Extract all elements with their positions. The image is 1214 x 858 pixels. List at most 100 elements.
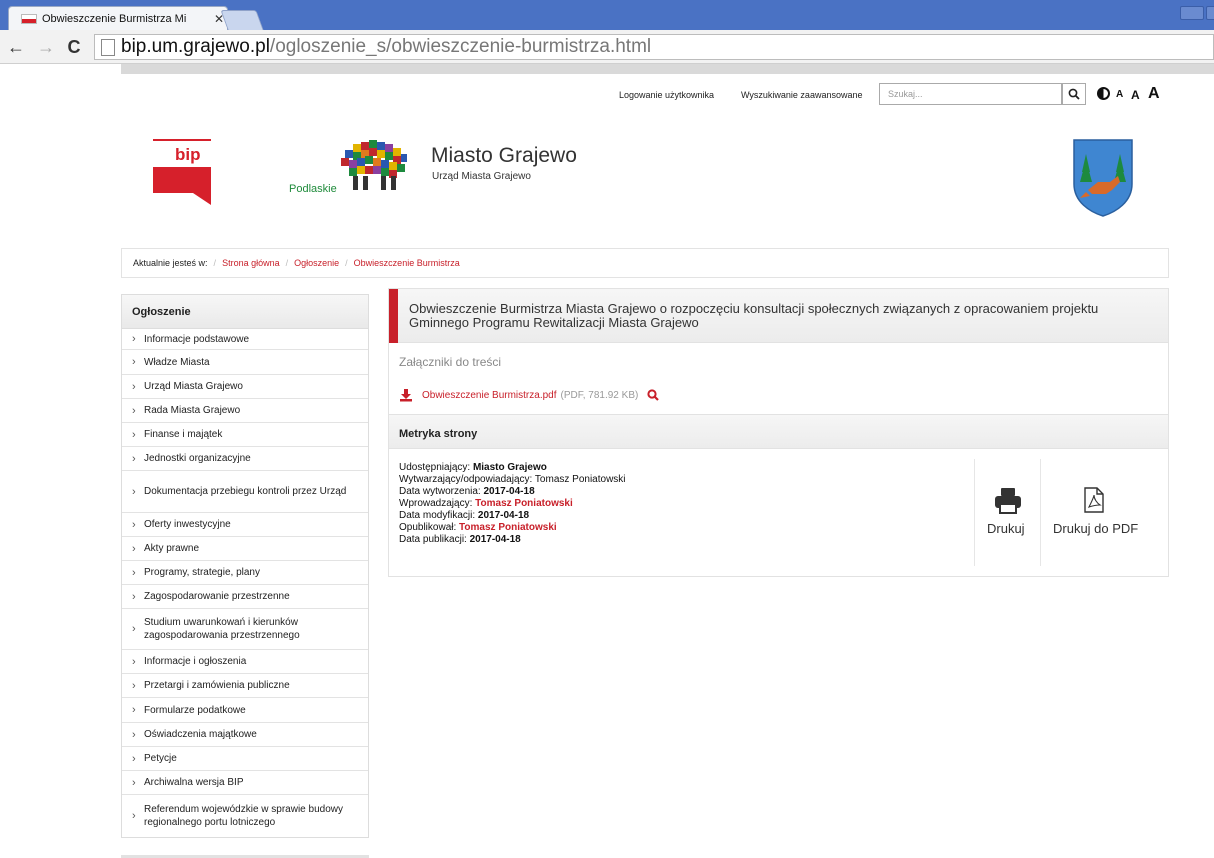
sidebar-item-akty-prawne[interactable]: › Akty prawne [122,537,368,561]
sidebar-item-studium[interactable]: › Studium uwarunkowań i kierunków zagospo… [122,609,368,650]
chevron-right-icon: › [132,333,136,345]
chevron-right-icon: › [132,728,136,741]
chevron-right-icon: › [132,428,136,441]
metrics-row-producer: Wytwarzający/odpowiadający: Tomasz Ponia… [399,474,626,485]
sidebar-item-urzad-miasta[interactable]: › Urząd Miasta Grajewo [122,375,368,399]
sidebar-item-oferty-inwestycyjne[interactable]: › Oferty inwestycyjne [122,513,368,537]
grajewo-coat-of-arms [1073,139,1133,217]
chevron-right-icon: › [132,485,136,498]
font-size-medium-button[interactable]: A [1131,88,1140,102]
breadcrumb-prefix: Aktualnie jesteś w: [133,258,208,268]
article-header: Obwieszczenie Burmistrza Miasta Grajewo … [389,289,1168,343]
chevron-right-icon: › [132,623,136,635]
breadcrumb-separator: / [285,258,289,268]
breadcrumb: Aktualnie jesteś w: / Strona główna / Og… [121,248,1169,278]
sidebar-item-informacje-ogloszenia[interactable]: › Informacje i ogłoszenia [122,650,368,674]
chevron-right-icon: › [132,704,136,716]
sidebar-item-oswiadczenia[interactable]: › Oświadczenia majątkowe [122,723,368,747]
chevron-right-icon: › [132,518,136,531]
sidebar-item-formularze[interactable]: › Formularze podatkowe [122,698,368,723]
sidebar-item-petycje[interactable]: › Petycje [122,747,368,771]
contrast-toggle-icon[interactable] [1097,87,1110,100]
chevron-right-icon: › [132,542,136,555]
metrics-row-created: Data wytworzenia: 2017-04-18 [399,486,535,497]
chevron-right-icon: › [132,590,136,603]
url-host: bip.um.grajewo.pl [121,36,270,57]
bip-logo[interactable]: bip [153,139,211,205]
sidebar-item-programy[interactable]: › Programy, strategie, plany [122,561,368,585]
breadcrumb-current[interactable]: Obwieszczenie Burmistrza [354,258,460,268]
sidebar-item-przetargi[interactable]: › Przetargi i zamówienia publiczne [122,674,368,698]
breadcrumb-separator: / [213,258,217,268]
tab-title: Obwieszczenie Burmistrza Mi [42,12,187,25]
sidebar-menu: Ogłoszenie › Informacje podstawowe › Władz… [121,294,369,838]
chevron-right-icon: › [132,380,136,393]
print-pdf-button[interactable]: Drukuj do PDF [1040,459,1168,566]
article-panel: Obwieszczenie Burmistrza Miasta Grajewo … [388,288,1169,577]
site-header: bip Podlaskie Miasto Grajewo Urząd Miast… [121,114,1169,242]
chevron-right-icon: › [132,452,136,465]
login-link[interactable]: Logowanie użytkownika [619,90,714,100]
browser-titlebar: Obwieszczenie Burmistrza Mi ✕ [0,0,1214,30]
metrics-row-shared-by: Udostępniający: Miasto Grajewo [399,462,547,473]
metrics-row-entered-by: Wprowadzający: Tomasz Poniatowski [399,498,573,509]
sidebar-item-informacje-podstawowe[interactable]: › Informacje podstawowe [122,329,368,350]
chevron-right-icon: › [132,404,136,417]
site-title[interactable]: Miasto Grajewo [431,144,577,168]
chevron-right-icon: › [132,655,136,668]
sidebar-item-jednostki[interactable]: › Jednostki organizacyjne [122,447,368,471]
print-pdf-label: Drukuj do PDF [1053,521,1139,536]
window-maximize-button[interactable] [1206,6,1214,20]
chevron-right-icon: › [132,679,136,692]
podlaskie-bison-logo [341,140,407,190]
metrics-row-modified: Data modyfikacji: 2017-04-18 [399,510,530,521]
sidebar-item-rada-miasta[interactable]: › Rada Miasta Grajewo [122,399,368,423]
sidebar-item-referendum[interactable]: › Referendum wojewódzkie w sprawie budowy… [122,795,368,837]
chevron-right-icon: › [132,356,136,368]
sidebar-item-archiwalna[interactable]: › Archiwalna wersja BIP [122,771,368,795]
font-size-large-button[interactable]: A [1148,85,1160,103]
advanced-search-link[interactable]: Wyszukiwanie zaawansowane [741,90,862,100]
attachment-link[interactable]: Obwieszczenie Burmistrza.pdf [422,390,557,401]
font-size-small-button[interactable]: A [1116,89,1123,100]
page-icon [101,38,115,56]
metrics-row-published: Data publikacji: 2017-04-18 [399,534,521,545]
poland-flag-icon [21,13,37,24]
utility-bar: Logowanie użytkownika Wyszukiwanie zaawa… [121,82,1169,108]
url-path: /ogloszenie_s/obwieszczenie-burmistrza.h… [269,36,652,57]
forward-arrow-icon[interactable]: → [36,36,56,58]
browser-toolbar: ← → C bip.um.grajewo.pl/ogloszenie_s/obw… [0,30,1214,64]
sidebar-item-dokumentacja-kontroli[interactable]: › Dokumentacja przebiegu kontroli przez U… [122,471,368,513]
new-tab-button[interactable] [220,10,264,30]
metrics-list: Udostępniający: Miasto Grajewo Wytwarzaj… [399,462,626,546]
search-input[interactable]: Szukaj... [879,83,1062,105]
reload-icon[interactable]: C [64,36,84,58]
attachment-meta: (PDF, 781.92 KB) [560,389,639,401]
breadcrumb-ogloszenie[interactable]: Ogłoszenie [294,258,339,268]
attachments-heading: Załączniki do treści [399,355,502,369]
search-button[interactable] [1062,83,1086,105]
pdf-icon [1084,487,1104,513]
sidebar-item-zagospodarowanie[interactable]: › Zagospodarowanie przestrzenne [122,585,368,609]
site-subtitle: Urząd Miasta Grajewo [432,171,531,182]
breadcrumb-separator: / [345,258,348,268]
article-title: Obwieszczenie Burmistrza Miasta Grajewo … [409,301,1099,330]
sidebar-item-wladze-miasta[interactable]: › Władze Miasta [122,350,368,375]
download-icon[interactable] [399,388,413,402]
window-minimize-button[interactable] [1180,6,1204,20]
entered-by-link[interactable]: Tomasz Poniatowski [475,498,573,509]
article-accent-bar [389,289,398,343]
browser-tab[interactable]: Obwieszczenie Burmistrza Mi ✕ [8,6,228,30]
podlaskie-label: Podlaskie [289,183,337,195]
chevron-right-icon: › [132,752,136,765]
published-by-link[interactable]: Tomasz Poniatowski [459,522,557,533]
preview-search-icon[interactable] [647,389,660,401]
address-bar[interactable]: bip.um.grajewo.pl/ogloszenie_s/obwieszcz… [94,34,1214,60]
print-button[interactable]: Drukuj [974,459,1040,566]
breadcrumb-home[interactable]: Strona główna [222,258,280,268]
back-arrow-icon[interactable]: ← [6,36,26,58]
sidebar-item-finanse[interactable]: › Finanse i majątek [122,423,368,447]
metrics-row-published-by: Opublikował: Tomasz Poniatowski [399,522,557,533]
metrics-heading: Metryka strony [389,414,1168,449]
bip-logo-text: bip [175,145,201,164]
